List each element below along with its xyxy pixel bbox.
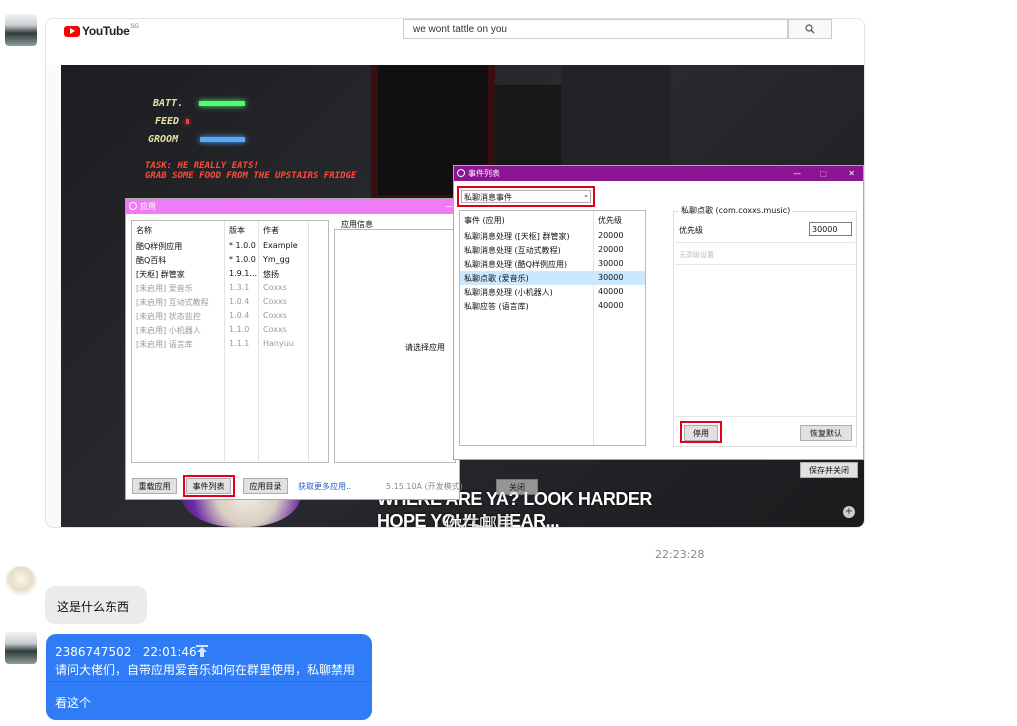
priority-input[interactable]: 30000 <box>809 222 852 236</box>
save-and-close-button[interactable]: 保存并关闭 <box>800 462 858 478</box>
chat-timestamp: 22:23:28 <box>655 548 705 561</box>
minimize-icon: — <box>445 202 453 211</box>
task-title: TASK: HE REALLY EATS! <box>145 161 259 171</box>
maximize-icon[interactable]: □ <box>819 166 827 181</box>
reload-apps-button[interactable]: 重载应用 <box>132 478 177 494</box>
table-row[interactable]: [天枢] 群管家 1.9.1... 悠扬 <box>132 267 328 281</box>
highlight-box <box>680 421 722 443</box>
video-subtitle-overlay: 你在哪里 <box>444 515 515 527</box>
screenshot-image[interactable]: YouTube SG we wont tattle on you BATT. F… <box>45 18 865 528</box>
col-header-version[interactable]: 版本 <box>229 225 245 236</box>
col-header-event[interactable]: 事件 (应用) <box>464 215 505 226</box>
list-item[interactable]: 私聊消息处理 ([天枢] 群管家) 20000 <box>460 229 645 243</box>
list-item[interactable]: 私聊消息处理 (酷Q样例应用) 30000 <box>460 257 645 271</box>
hud-feed-label: FEED <box>155 116 180 127</box>
app-window: 应用 — 名称 版本 作者 酷Q样例应用 * 1.0.0 Example 酷Q百… <box>125 198 463 500</box>
col-header-priority[interactable]: 优先级 <box>598 215 622 226</box>
restore-default-button[interactable]: 恢复默认 <box>800 425 852 441</box>
hud-feed-bar <box>186 119 189 124</box>
message-bubble[interactable]: 这是什么东西 <box>45 586 147 624</box>
event-detail-group <box>673 211 857 447</box>
highlight-box <box>183 475 235 497</box>
hud-batt-label: BATT. <box>153 98 184 109</box>
reply-message-bubble[interactable]: 2386747502 22:01:46 请问大佬们，自带应用爱音乐如何在群里使用… <box>46 634 372 720</box>
event-list-window: 事件列表 — □ ✕ 私聊消息事件 ⌄ 事件 (应用) 优先级 私聊消息处理 (… <box>453 165 864 478</box>
priority-label: 优先级 <box>679 226 703 235</box>
hud-groom-bar <box>200 137 245 142</box>
quote-header: 2386747502 22:01:46 <box>55 645 197 659</box>
reply-text: 看这个 <box>55 696 92 710</box>
quoted-text: 请问大佬们，自带应用爱音乐如何在群里使用，私聊禁用 <box>55 663 356 677</box>
table-row[interactable]: [未启用] 小机器人 1.1.0 Coxxs <box>132 323 328 337</box>
app-logo-icon <box>457 169 465 177</box>
youtube-header: YouTube SG we wont tattle on you <box>46 19 864 65</box>
table-row[interactable]: [未启用] 状态监控 1.0.4 Coxxs <box>132 309 328 323</box>
event-window-titlebar: 事件列表 — □ ✕ <box>454 166 863 181</box>
close-icon[interactable]: ✕ <box>848 166 855 181</box>
search-icon <box>788 19 832 39</box>
hud-groom-label: GROOM <box>148 134 179 145</box>
jump-to-quote-icon[interactable] <box>195 644 209 661</box>
table-row[interactable]: 酷Q样例应用 * 1.0.0 Example <box>132 239 328 253</box>
app-logo-icon <box>129 202 137 210</box>
app-window-titlebar: 应用 — <box>126 199 459 214</box>
version-text: 5.15.10A (开发模式) <box>386 482 463 491</box>
get-more-apps-link[interactable]: 获取更多应用.. <box>298 481 351 492</box>
col-header-author[interactable]: 作者 <box>263 225 279 236</box>
youtube-search-input: we wont tattle on you <box>403 19 788 39</box>
app-list[interactable]: 名称 版本 作者 酷Q样例应用 * 1.0.0 Example 酷Q百科 * 1… <box>131 220 329 463</box>
expand-icon: + <box>843 506 855 518</box>
highlight-box <box>457 186 595 207</box>
event-list[interactable]: 事件 (应用) 优先级 私聊消息处理 ([天枢] 群管家) 20000 私聊消息… <box>459 210 646 446</box>
list-item[interactable]: 私聊消息处理 (小机器人) 40000 <box>460 285 645 299</box>
minimize-icon[interactable]: — <box>793 166 801 181</box>
table-row[interactable]: [未启用] 爱音乐 1.3.1 Coxxs <box>132 281 328 295</box>
sender-avatar[interactable] <box>5 632 37 664</box>
list-item[interactable]: 私聊消息处理 (互动式教程) 20000 <box>460 243 645 257</box>
table-row[interactable]: [未启用] 语言库 1.1.1 Hanyuu <box>132 337 328 351</box>
user-avatar[interactable] <box>5 566 37 598</box>
youtube-logo: YouTube SG <box>64 23 139 38</box>
table-row[interactable]: [未启用] 互动式教程 1.0.4 Coxxs <box>132 295 328 309</box>
app-info-panel: 请选择应用 <box>334 229 456 463</box>
table-row[interactable]: 酷Q百科 * 1.0.0 Ym_gg <box>132 253 328 267</box>
message-text: 这是什么东西 <box>57 600 130 614</box>
task-detail: GRAB SOME FOOD FROM THE UPSTAIRS FRIDGE <box>145 171 357 181</box>
hud-batt-bar <box>199 101 245 106</box>
sender-avatar[interactable] <box>5 14 37 46</box>
app-info-placeholder: 请选择应用 <box>405 343 445 352</box>
play-icon <box>64 25 80 37</box>
event-detail-title: 私聊点歌 (com.coxxs.music) <box>679 205 793 216</box>
app-directory-button[interactable]: 应用目录 <box>243 478 288 494</box>
app-close-button[interactable]: 关闭 <box>496 479 538 495</box>
list-item[interactable]: 私聊应答 (语言库) 40000 <box>460 299 645 313</box>
advanced-settings-placeholder: 无高级设置 <box>679 251 714 259</box>
list-item-selected[interactable]: 私聊点歌 (爱音乐) 30000 <box>460 271 645 285</box>
col-header-name[interactable]: 名称 <box>136 225 152 236</box>
